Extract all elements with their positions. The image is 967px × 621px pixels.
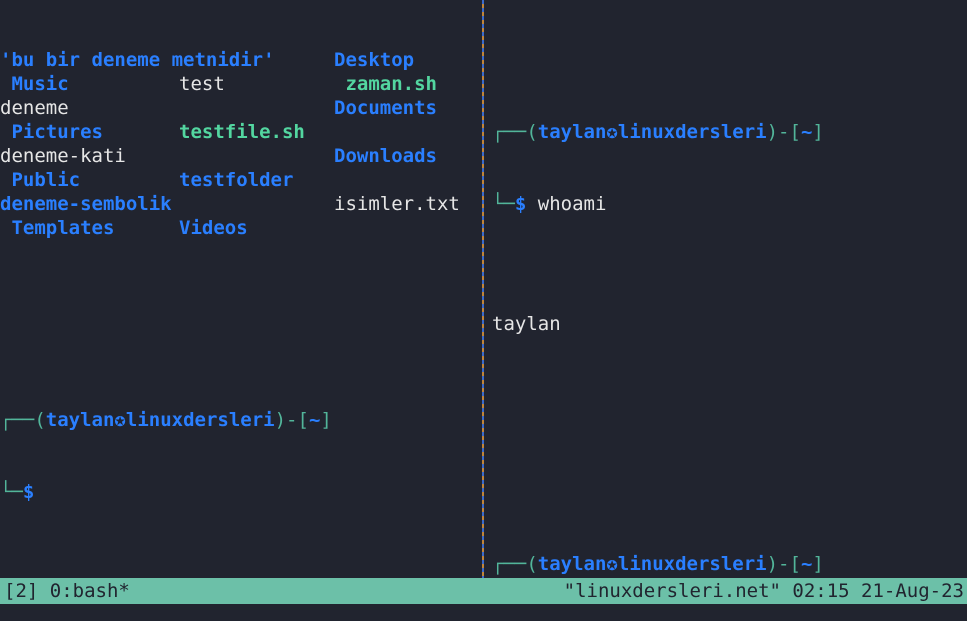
prompt-top-line: ┌──(taylan✪linuxdersleri)-[~] (492, 120, 967, 144)
kali-dragon-icon: ✪ (606, 121, 618, 143)
prompt-close-paren: ) (766, 553, 779, 575)
prompt-corner-bottom-icon: └─ (0, 481, 23, 503)
status-bar-right: "linuxdersleri.net" 02:15 21-Aug-23 (563, 580, 964, 602)
prompt-top-line: ┌──(taylan✪linuxdersleri)-[~] (492, 552, 967, 576)
prompt-path: ~ (800, 553, 813, 575)
ls-row: 'bu bir deneme metnidir' Desktop (0, 48, 479, 72)
command-text: whoami (537, 193, 607, 215)
prompt-close-paren: ) (274, 409, 287, 431)
ls-entry-file: test (179, 73, 225, 95)
prompt-hostname: linuxdersleri (617, 121, 767, 143)
ls-entry-link: deneme-sembolik (0, 193, 172, 215)
prompt-dash: - (286, 409, 298, 431)
prompt-bottom-line: └─$ whoami (492, 192, 967, 216)
status-bar-filler (0, 604, 967, 621)
prompt-corner-top-icon: ┌── (492, 121, 527, 143)
prompt-bottom-line: └─$ (0, 480, 479, 504)
pane-divider[interactable] (482, 0, 484, 578)
ls-entry-exec: testfile.sh (179, 121, 305, 143)
ls-entry-dir: 'bu bir deneme metnidir' (0, 49, 275, 71)
prompt-corner-bottom-icon: └─ (492, 193, 515, 215)
ls-entry-file: deneme-kati (0, 145, 126, 167)
command-output: taylan (492, 313, 561, 335)
ls-row: Public testfolder (0, 168, 479, 192)
ls-entry-dir: Desktop (334, 49, 415, 71)
tmux-pane-right[interactable]: ┌──(taylan✪linuxdersleri)-[~] └─$ whoami… (492, 0, 967, 578)
prompt-open-paren: ( (34, 409, 46, 431)
prompt-corner-top-icon: ┌── (492, 553, 527, 575)
ls-entry-dir: Pictures (0, 121, 103, 143)
ls-row: Templates Videos (0, 216, 479, 240)
prompt-hostname: linuxdersleri (125, 409, 275, 431)
ls-entry-file: deneme (0, 97, 69, 119)
prompt-bracket-open: [ (297, 409, 309, 431)
kali-dragon-icon: ✪ (114, 409, 126, 431)
terminal-screen: 'bu bir deneme metnidir' Desktop Music tes… (0, 0, 967, 621)
prompt-dash: - (778, 121, 790, 143)
ls-row: Pictures testfile.sh (0, 120, 479, 144)
tmux-pane-left[interactable]: 'bu bir deneme metnidir' Desktop Music tes… (0, 0, 479, 578)
kali-dragon-icon: ✪ (606, 553, 618, 575)
ls-entry-dir: Music (0, 73, 69, 95)
prompt-open-paren: ( (526, 553, 538, 575)
ls-entry-file: isimler.txt (334, 193, 460, 215)
prompt-open-paren: ( (526, 121, 538, 143)
prompt-bracket-open: [ (789, 553, 801, 575)
ls-row: deneme-kati Downloads (0, 144, 479, 168)
prompt-bracket-close: ] (812, 121, 824, 143)
spacer-row (0, 288, 479, 312)
ls-row: deneme-sembolik isimler.txt (0, 192, 479, 216)
prompt-bracket-close: ] (812, 553, 824, 575)
ls-entry-dir: Videos (179, 217, 248, 239)
prompt-username: taylan (537, 553, 607, 575)
prompt-close-paren: ) (766, 121, 779, 143)
prompt-dollar-sign: $ (22, 481, 35, 503)
spacer-row (492, 408, 967, 432)
shell-prompt-left: ┌──(taylan✪linuxdersleri)-[~] └─$ (0, 360, 479, 552)
status-bar-left[interactable]: [2] 0:bash* (0, 579, 130, 603)
prompt-hostname: linuxdersleri (617, 553, 767, 575)
ls-output-listing: 'bu bir deneme metnidir' Desktop Music tes… (0, 48, 479, 240)
ls-entry-dir: Public (0, 169, 81, 191)
prompt-bracket-close: ] (320, 409, 332, 431)
prompt-corner-top-icon: ┌── (0, 409, 35, 431)
ls-entry-dir: testfolder (179, 169, 294, 191)
ls-entry-dir: Downloads (334, 145, 437, 167)
tmux-status-bar: [2] 0:bash* "linuxdersleri.net" 02:15 21… (0, 578, 967, 604)
prompt-path: ~ (800, 121, 813, 143)
shell-prompt-right-history: ┌──(taylan✪linuxdersleri)-[~] └─$ whoami (492, 72, 967, 264)
prompt-username: taylan (537, 121, 607, 143)
prompt-top-line: ┌──(taylan✪linuxdersleri)-[~] (0, 408, 479, 432)
prompt-username: taylan (45, 409, 115, 431)
executed-command: whoami (526, 193, 607, 215)
prompt-dollar-sign: $ (514, 193, 527, 215)
ls-entry-dir: Documents (334, 97, 437, 119)
prompt-bracket-open: [ (789, 121, 801, 143)
ls-row: deneme Documents (0, 96, 479, 120)
ls-entry-dir: Templates (0, 217, 115, 239)
prompt-dash: - (778, 553, 790, 575)
ls-row: Music test zaman.sh (0, 72, 479, 96)
prompt-path: ~ (308, 409, 321, 431)
ls-entry-exec: zaman.sh (334, 73, 437, 95)
